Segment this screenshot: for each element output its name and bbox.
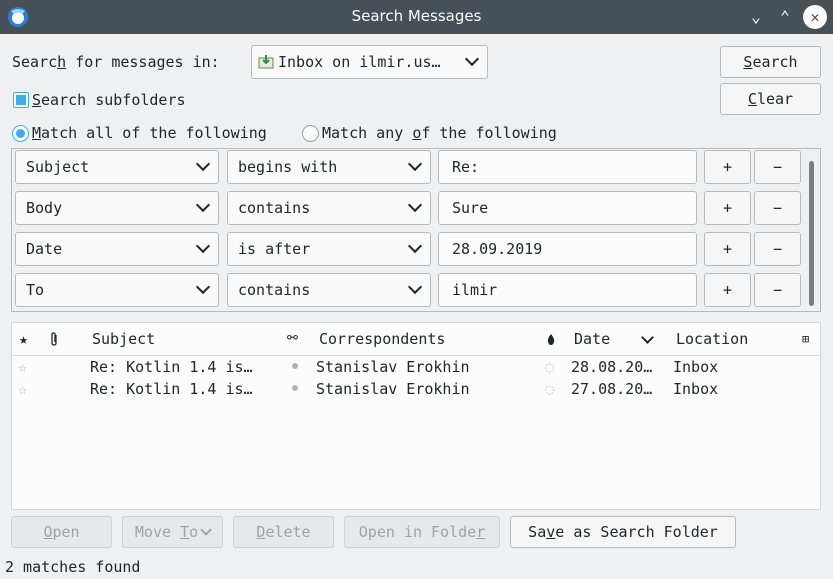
junk-status-icon[interactable]: ◌ bbox=[545, 380, 554, 398]
move-to-button[interactable]: Move To bbox=[122, 516, 223, 548]
rule-field-select[interactable]: To bbox=[15, 273, 219, 307]
message-correspondent: Stanislav Erokhin bbox=[316, 358, 470, 376]
chevron-down-icon bbox=[195, 279, 211, 295]
rule-field-select[interactable]: Body bbox=[15, 191, 219, 225]
sort-descending-icon bbox=[641, 331, 654, 344]
correspondents-column-header[interactable]: Correspondents bbox=[319, 323, 445, 355]
results-list: ★ Subject ⚯ Correspondents Date Location… bbox=[11, 322, 821, 510]
rule-value-input[interactable]: Sure bbox=[438, 191, 697, 225]
message-location: Inbox bbox=[673, 358, 719, 376]
star-icon[interactable]: ☆ bbox=[18, 380, 27, 398]
add-rule-button[interactable]: + bbox=[704, 150, 751, 184]
match-any-radio[interactable] bbox=[302, 125, 319, 142]
match-any-label: Match any of the following bbox=[322, 124, 557, 142]
chevron-down-icon bbox=[464, 51, 480, 67]
column-picker-icon[interactable]: ⊞ bbox=[802, 323, 809, 355]
chevron-down-icon bbox=[195, 238, 211, 254]
clear-button[interactable]: Clear bbox=[720, 83, 821, 115]
delete-button[interactable]: Delete bbox=[233, 516, 334, 548]
thread-column-icon[interactable]: ⚯ bbox=[287, 323, 298, 355]
chevron-down-icon bbox=[407, 197, 423, 213]
rules-scrollbar[interactable] bbox=[809, 161, 814, 306]
save-as-search-folder-button[interactable]: Save as Search Folder bbox=[510, 516, 736, 548]
minimize-button[interactable]: ⌄ bbox=[744, 5, 768, 29]
chevron-down-icon bbox=[407, 156, 423, 172]
window-title: Search Messages bbox=[351, 7, 482, 25]
title-bar: Search Messages ⌄ ⌃ ✕ bbox=[0, 0, 833, 34]
rule-field-select[interactable]: Date bbox=[15, 232, 219, 266]
rule-operator-select[interactable]: contains bbox=[227, 191, 431, 225]
message-subject: Re: Kotlin 1.4 is… bbox=[90, 358, 253, 376]
junk-status-icon[interactable]: ◌ bbox=[545, 358, 554, 376]
rule-field-select[interactable]: Subject bbox=[15, 150, 219, 184]
read-status-icon[interactable] bbox=[292, 363, 298, 369]
message-location: Inbox bbox=[673, 380, 719, 398]
add-rule-button[interactable]: + bbox=[704, 232, 751, 266]
attachment-column-icon[interactable] bbox=[48, 332, 60, 347]
table-row[interactable]: ☆ Re: Kotlin 1.4 is… Stanislav Erokhin ◌… bbox=[12, 379, 820, 401]
inbox-folder-icon bbox=[258, 55, 274, 69]
rule-operator-select[interactable]: is after bbox=[227, 232, 431, 266]
status-text: 2 matches found bbox=[5, 558, 141, 576]
chevron-down-icon bbox=[407, 279, 423, 295]
starred-column-header-icon[interactable]: ★ bbox=[19, 323, 28, 355]
folder-select[interactable]: Inbox on ilmir.us… bbox=[251, 45, 488, 79]
close-button[interactable]: ✕ bbox=[803, 5, 827, 29]
junk-column-icon[interactable] bbox=[546, 333, 556, 346]
rule-value-input[interactable]: Re: bbox=[438, 150, 697, 184]
message-subject: Re: Kotlin 1.4 is… bbox=[90, 380, 253, 398]
chevron-up-icon: ⌃ bbox=[780, 7, 790, 26]
folder-select-value: Inbox on ilmir.us… bbox=[278, 53, 441, 71]
add-rule-button[interactable]: + bbox=[704, 273, 751, 307]
remove-rule-button[interactable]: − bbox=[754, 150, 801, 184]
add-rule-button[interactable]: + bbox=[704, 191, 751, 225]
open-in-folder-button[interactable]: Open in Folder bbox=[344, 516, 500, 548]
rule-value-input[interactable]: 28.09.2019 bbox=[438, 232, 697, 266]
message-date: 27.08.20… bbox=[571, 380, 653, 398]
chevron-down-icon bbox=[195, 197, 211, 213]
date-column-header[interactable]: Date bbox=[574, 323, 610, 355]
table-row[interactable]: ☆ Re: Kotlin 1.4 is… Stanislav Erokhin ◌… bbox=[12, 357, 820, 379]
chevron-down-icon bbox=[407, 238, 423, 254]
message-date: 28.08.20… bbox=[571, 358, 653, 376]
remove-rule-button[interactable]: − bbox=[754, 191, 801, 225]
chevron-down-icon bbox=[200, 524, 212, 536]
search-subfolders-label: Search subfolders bbox=[32, 91, 186, 109]
rule-operator-select[interactable]: contains bbox=[227, 273, 431, 307]
location-column-header[interactable]: Location bbox=[676, 323, 748, 355]
rule-value-input[interactable]: ilmir bbox=[438, 273, 697, 307]
subject-column-header[interactable]: Subject bbox=[92, 323, 155, 355]
maximize-button[interactable]: ⌃ bbox=[773, 5, 797, 29]
match-all-label: Match all of the following bbox=[32, 124, 267, 142]
message-correspondent: Stanislav Erokhin bbox=[316, 380, 470, 398]
remove-rule-button[interactable]: − bbox=[754, 273, 801, 307]
close-icon: ✕ bbox=[810, 8, 820, 26]
match-all-radio[interactable] bbox=[12, 125, 29, 142]
chevron-down-icon: ⌄ bbox=[751, 7, 761, 26]
remove-rule-button[interactable]: − bbox=[754, 232, 801, 266]
search-subfolders-checkbox[interactable] bbox=[13, 92, 29, 108]
chevron-down-icon bbox=[195, 156, 211, 172]
search-button[interactable]: Search bbox=[720, 46, 821, 78]
header-divider bbox=[12, 355, 820, 356]
open-button[interactable]: Open bbox=[11, 516, 112, 548]
rule-operator-select[interactable]: begins with bbox=[227, 150, 431, 184]
search-in-label: Search for messages in: bbox=[12, 53, 220, 71]
read-status-icon[interactable] bbox=[292, 385, 298, 391]
star-icon[interactable]: ☆ bbox=[18, 358, 27, 376]
